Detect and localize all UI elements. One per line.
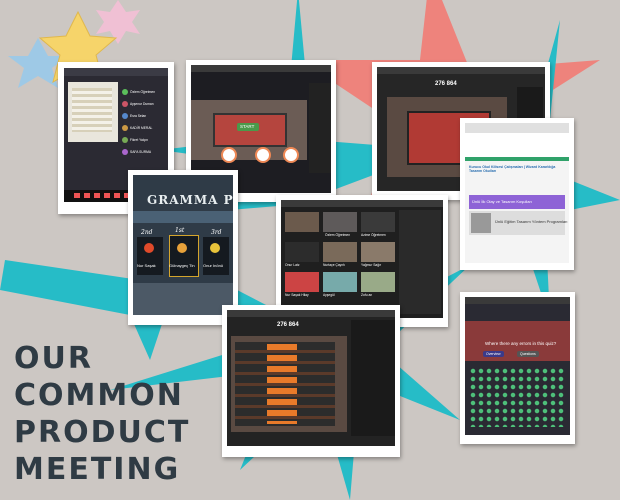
title-line: MEETING: [14, 452, 181, 487]
participant-name: Özlem Öğretmen: [325, 233, 351, 237]
participant-name: Azime Öğretmen: [361, 233, 386, 237]
participant-name: Ayşegül: [323, 293, 335, 297]
participant-name: KADİR MERAL: [130, 126, 153, 130]
rank-label: 2nd: [141, 229, 153, 236]
start-button[interactable]: START: [237, 123, 259, 131]
participant-name: Yağmur Sağır: [361, 263, 382, 267]
screenshot-photo-4: Kurucu Okul Kilisesi Çalışmaları | Wizar…: [460, 118, 574, 270]
title-line: OUR: [14, 341, 93, 376]
screenshot-photo-5: GRAMMA PHO 2nd 1st 3rd Nur Saşak Gülnayg…: [128, 170, 238, 325]
rank-label: 1st: [175, 227, 185, 234]
participant-name: Onur Latz: [285, 263, 300, 267]
game-banner: GRAMMA PHO: [147, 193, 233, 207]
winner-name: Onur Inönü: [203, 263, 224, 268]
overview-tab[interactable]: Overview: [483, 351, 504, 357]
participant-name: Fikret Yalçın: [130, 138, 149, 142]
quiz-question: Where there any errors in this quiz?: [485, 341, 557, 346]
web-page-title: Kurucu Okul Kilisesi Çalışmaları | Wizar…: [469, 165, 556, 173]
participant-name: Nur Saşak Hilay: [285, 293, 309, 297]
resource-card-2[interactable]: Ünlü Eğitim Tasarım Yöntem Programları: [469, 211, 568, 235]
questions-tab[interactable]: Questions: [517, 351, 539, 357]
game-code: 276 864: [435, 81, 457, 87]
screenshot-photo-7: 276 864: [222, 305, 400, 457]
participant-name: Özlem Öğretmen: [130, 90, 156, 94]
winner-name: Gülnaygeç Tin: [169, 263, 195, 268]
resource-card-1[interactable]: Ünlü İlk Olay ve Tasarım Koşulları: [469, 195, 565, 209]
participant-name: Nurtaçe Çayırlı: [323, 263, 345, 267]
winner-name: Nur Saşak: [137, 263, 156, 268]
page-title: OUR COMMON PRODUCT MEETING: [14, 340, 204, 488]
participant-name: Zofu an: [361, 293, 373, 297]
title-line: PRODUCT: [14, 415, 191, 450]
screenshot-photo-8: Where there any errors in this quiz? Ove…: [460, 292, 575, 444]
participant-name: Esra Selan: [130, 114, 147, 118]
participant-name: SAFA SURMA: [130, 150, 152, 154]
title-line: COMMON: [14, 378, 184, 413]
participant-name: Ayşenur Duman: [130, 102, 154, 106]
rank-label: 3rd: [211, 229, 222, 236]
game-code: 276 864: [277, 322, 299, 328]
